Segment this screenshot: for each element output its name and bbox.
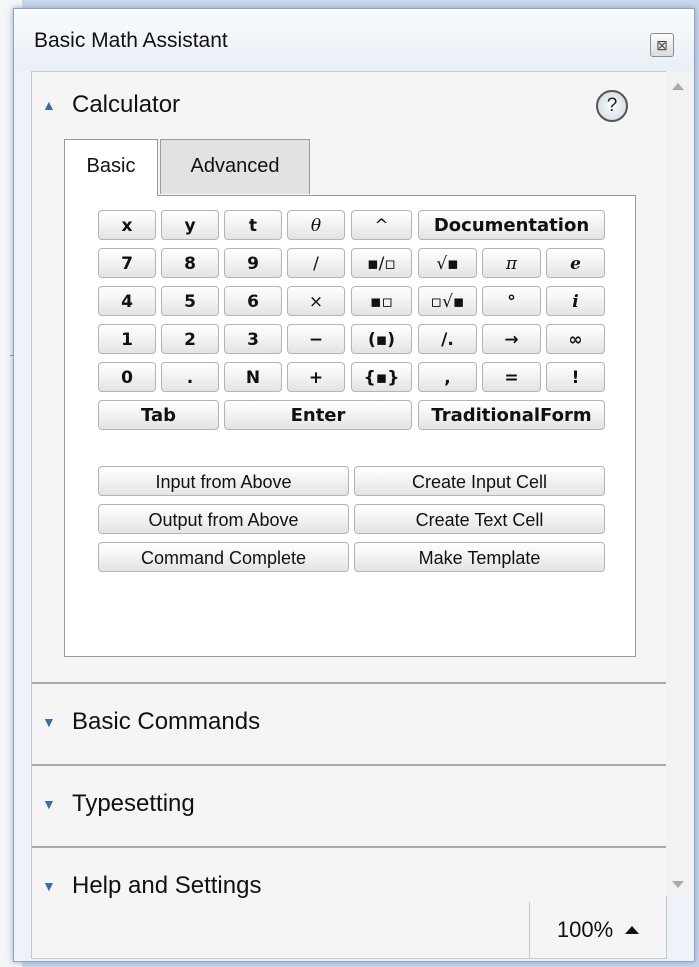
key-replace-all[interactable]: /.: [418, 324, 477, 354]
key-rule-arrow[interactable]: →: [482, 324, 541, 354]
key-9[interactable]: 9: [224, 248, 282, 278]
parentheses-template-icon[interactable]: (▪): [351, 324, 412, 354]
key-theta[interactable]: θ: [287, 210, 345, 240]
section-help-settings-label: Help and Settings: [72, 872, 262, 899]
section-calculator-label: Calculator: [72, 91, 181, 118]
chevron-down-icon: ▼: [42, 796, 56, 812]
key-degree[interactable]: °: [482, 286, 541, 316]
key-i[interactable]: i: [546, 286, 605, 316]
calculator-tab-content: x y t θ ^ Documentation 7 8 9 / ▪/▫ √▪ π…: [64, 195, 636, 657]
palette-panel: ▲ Calculator ? Basic Advanced x y t θ ^ …: [31, 71, 667, 959]
scroll-down-arrow-icon[interactable]: [672, 881, 684, 888]
zoom-up-icon[interactable]: [625, 926, 640, 934]
chevron-down-icon: ▼: [42, 878, 56, 894]
key-7[interactable]: 7: [98, 248, 156, 278]
key-0[interactable]: 0: [98, 362, 156, 392]
tab-advanced[interactable]: Advanced: [160, 139, 310, 194]
fraction-template-icon[interactable]: ▪/▫: [351, 248, 412, 278]
section-divider: [32, 682, 666, 684]
key-t[interactable]: t: [224, 210, 282, 240]
key-times[interactable]: ×: [287, 286, 345, 316]
enter-button[interactable]: Enter: [224, 400, 412, 430]
title-bar[interactable]: Basic Math Assistant ⊠: [14, 9, 694, 71]
tab-basic[interactable]: Basic: [64, 139, 158, 196]
key-2[interactable]: 2: [161, 324, 219, 354]
window-title: Basic Math Assistant: [34, 29, 228, 52]
key-pi[interactable]: π: [482, 248, 541, 278]
key-divide[interactable]: /: [287, 248, 345, 278]
close-button[interactable]: ⊠: [650, 33, 674, 57]
create-text-cell-button[interactable]: Create Text Cell: [354, 504, 605, 534]
section-basic-commands-header[interactable]: ▼ Basic Commands: [42, 702, 260, 742]
section-divider: [32, 846, 666, 848]
key-6[interactable]: 6: [224, 286, 282, 316]
key-x[interactable]: x: [98, 210, 156, 240]
create-input-cell-button[interactable]: Create Input Cell: [354, 466, 605, 496]
key-e[interactable]: e: [546, 248, 605, 278]
section-calculator-header[interactable]: ▲ Calculator: [42, 85, 180, 125]
key-factorial[interactable]: !: [546, 362, 605, 392]
tab-key-button[interactable]: Tab: [98, 400, 219, 430]
key-minus[interactable]: −: [287, 324, 345, 354]
key-power[interactable]: ^: [351, 210, 412, 240]
make-template-button[interactable]: Make Template: [354, 542, 605, 572]
key-y[interactable]: y: [161, 210, 219, 240]
key-4[interactable]: 4: [98, 286, 156, 316]
key-infinity[interactable]: ∞: [546, 324, 605, 354]
vertical-scrollbar[interactable]: [666, 71, 690, 896]
input-from-above-button[interactable]: Input from Above: [98, 466, 349, 496]
key-N[interactable]: N: [224, 362, 282, 392]
nth-root-template-icon[interactable]: ▫√▪: [418, 286, 477, 316]
scroll-up-arrow-icon[interactable]: [672, 83, 684, 90]
section-help-settings-header[interactable]: ▼ Help and Settings: [42, 866, 261, 906]
section-basic-commands-label: Basic Commands: [72, 708, 261, 735]
palette-window: Basic Math Assistant ⊠ ▲ Calculator ? Ba…: [13, 8, 695, 962]
zoom-level: 100%: [556, 917, 614, 942]
traditionalform-button[interactable]: TraditionalForm: [418, 400, 605, 430]
key-comma[interactable]: ,: [418, 362, 477, 392]
zoom-control[interactable]: 100%: [529, 902, 666, 958]
chevron-down-icon: ▼: [42, 714, 56, 730]
chevron-up-icon: ▲: [42, 97, 56, 113]
section-divider: [32, 764, 666, 766]
section-typesetting-header[interactable]: ▼ Typesetting: [42, 784, 195, 824]
key-5[interactable]: 5: [161, 286, 219, 316]
braces-template-icon[interactable]: {▪}: [351, 362, 412, 392]
section-typesetting-label: Typesetting: [72, 790, 195, 817]
command-complete-button[interactable]: Command Complete: [98, 542, 349, 572]
key-8[interactable]: 8: [161, 248, 219, 278]
output-from-above-button[interactable]: Output from Above: [98, 504, 349, 534]
key-1[interactable]: 1: [98, 324, 156, 354]
help-button[interactable]: ?: [596, 90, 628, 122]
key-3[interactable]: 3: [224, 324, 282, 354]
key-dot[interactable]: .: [161, 362, 219, 392]
key-equals[interactable]: =: [482, 362, 541, 392]
power-template-icon[interactable]: ▪▫: [351, 286, 412, 316]
documentation-button[interactable]: Documentation: [418, 210, 605, 240]
sqrt-template-icon[interactable]: √▪: [418, 248, 477, 278]
key-plus[interactable]: +: [287, 362, 345, 392]
